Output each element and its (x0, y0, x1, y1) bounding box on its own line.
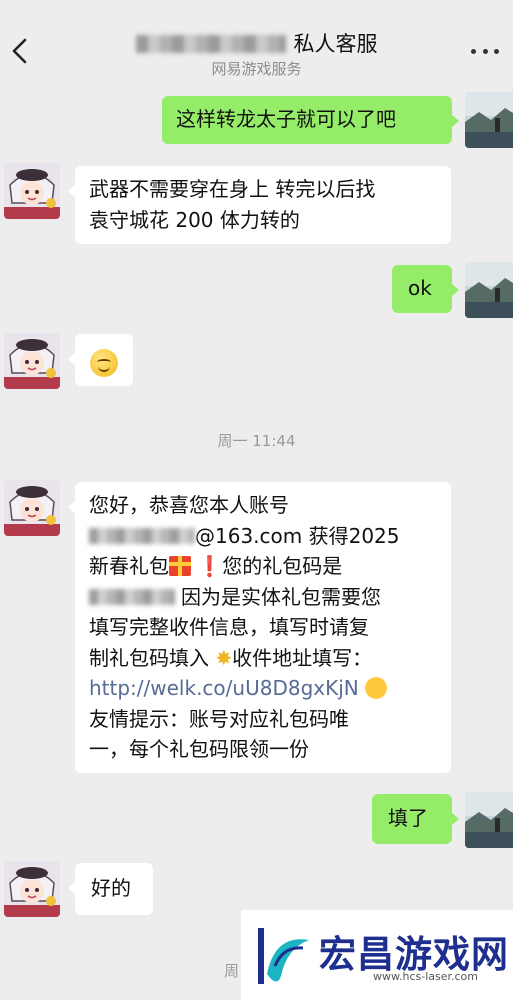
support-avatar[interactable] (4, 333, 60, 389)
my-avatar[interactable] (465, 262, 513, 318)
support-avatar[interactable] (4, 163, 60, 219)
message-line: 制礼包码填入 ✸收件地址填写： (89, 643, 437, 674)
message-text: ok (408, 276, 432, 300)
more-dots-icon (471, 48, 476, 54)
message-line: @163.com 获得2025 (89, 521, 437, 552)
message-fragment: 收件地址填写： (232, 645, 373, 670)
message-bubble-received[interactable] (68, 334, 133, 386)
message-line: 友情提示：账号对应礼包码唯 (89, 706, 349, 731)
gift-icon (169, 556, 191, 576)
message-line: 新春礼包 ❗您的礼包码是 (89, 551, 437, 582)
person-raising-hand-icon (365, 677, 388, 699)
anime-character-avatar (4, 333, 60, 389)
exclamation-icon: ❗ (197, 554, 223, 578)
chat-title: 私人客服 (0, 28, 513, 58)
message-text: 好的 (91, 876, 131, 900)
anime-character-avatar (4, 163, 60, 219)
message-bubble-sent[interactable]: 这样转龙太子就可以了吧 (162, 96, 459, 144)
chat-title-text: 私人客服 (293, 32, 378, 56)
message-line: 填写完整收件信息，填写时请复 (89, 615, 369, 639)
message-bubble-received[interactable]: 武器不需要穿在身上 转完以后找 袁守城花 200 体力转的 (68, 166, 451, 244)
my-avatar[interactable] (465, 92, 513, 148)
message-timestamp: 周 (224, 962, 240, 980)
more-dot (494, 48, 499, 54)
gift-link[interactable]: http://welk.co/uU8D8gxKjN (89, 676, 359, 700)
landscape-avatar-image (465, 92, 513, 148)
site-logo-icon (258, 928, 309, 984)
landscape-avatar-image (465, 262, 513, 318)
message-fragment: 因为是实体礼包需要您 (181, 584, 381, 609)
chat-header: 私人客服 网易游戏服务 (0, 0, 513, 88)
message-fragment: 新春礼包 (89, 554, 169, 578)
message-line: 因为是实体礼包需要您 (89, 582, 437, 613)
more-dot (482, 48, 488, 54)
smiling-face-emoji-icon (90, 348, 118, 377)
anime-character-avatar (4, 861, 60, 917)
message-bubble-sent[interactable]: ok (392, 265, 459, 313)
message-text: 填了 (388, 806, 428, 830)
chat-subtitle: 网易游戏服务 (211, 60, 302, 78)
message-timestamp: 周一 11:44 (217, 432, 296, 450)
support-avatar[interactable] (4, 480, 60, 536)
watermark-url: www.hcs-laser.com (373, 970, 478, 983)
site-watermark: 宏昌游戏网 www.hcs-laser.com (241, 910, 513, 1000)
sparkle-icon: ✸ (215, 645, 233, 670)
message-text: 这样转龙太子就可以了吧 (176, 107, 396, 131)
message-line: http://welk.co/uU8D8gxKjN (89, 673, 437, 704)
email-domain-text: @163.com 获得2025 (195, 523, 400, 548)
redacted-name (135, 35, 286, 53)
landscape-avatar-image (465, 792, 513, 848)
support-avatar[interactable] (4, 861, 60, 917)
message-fragment: 制礼包码填入 (89, 645, 209, 670)
redacted-gift-code (89, 588, 175, 605)
anime-character-avatar (4, 480, 60, 536)
my-avatar[interactable] (465, 792, 513, 848)
message-line: 武器不需要穿在身上 转完以后找 (89, 177, 376, 201)
redacted-account (89, 527, 195, 544)
message-line: 您好，恭喜您本人账号 (89, 493, 289, 517)
message-line: 一，每个礼包码限领一份 (89, 737, 309, 761)
message-bubble-received[interactable]: 您好，恭喜您本人账号 @163.com 获得2025 新春礼包 ❗您的礼包码是 … (68, 482, 451, 773)
message-bubble-received[interactable]: 好的 (68, 863, 153, 915)
message-line: 袁守城花 200 体力转的 (89, 208, 300, 232)
more-button[interactable] (471, 46, 499, 56)
message-bubble-sent[interactable]: 填了 (372, 794, 459, 844)
message-fragment: 您的礼包码是 (222, 554, 343, 578)
